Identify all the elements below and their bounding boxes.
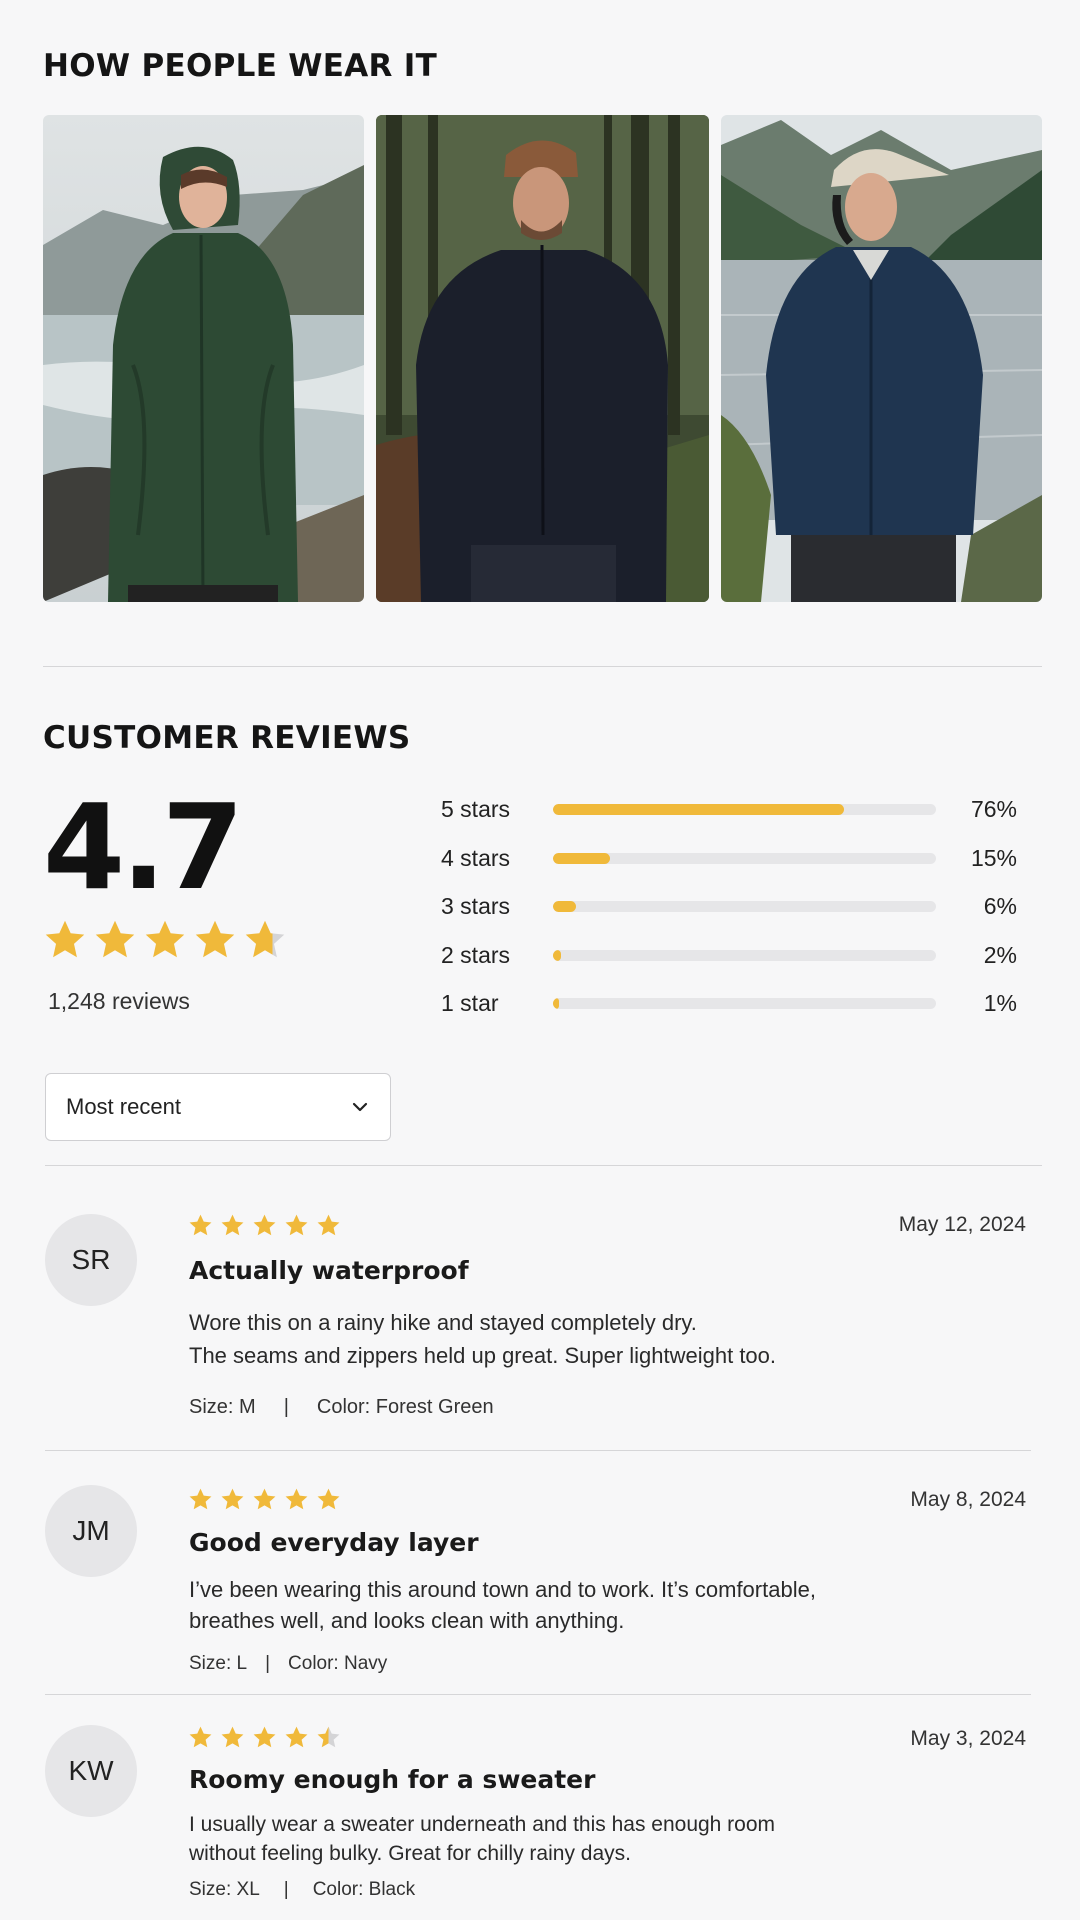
- review-item: JM May 8, 2024 Good everyday layer I’ve …: [45, 1471, 1042, 1681]
- star-icon: [189, 1726, 212, 1748]
- meta-separator: |: [283, 1879, 289, 1900]
- section-title-how-people-wear-it: HOW PEOPLE WEAR IT: [43, 48, 438, 84]
- rating-breakdown-percent: 2%: [983, 941, 1017, 968]
- meta-separator: |: [265, 1653, 271, 1674]
- review-body-line: I’ve been wearing this around town and t…: [189, 1577, 816, 1602]
- review-color: Color: Black: [312, 1879, 416, 1900]
- review-body-line: without feeling bulky. Great for chilly …: [189, 1842, 631, 1865]
- rating-bar-fill: [553, 949, 561, 961]
- rating-bar-fill: [553, 998, 559, 1009]
- star-icon: [285, 1488, 308, 1510]
- chevron-down-icon: [352, 1102, 368, 1112]
- rating-bar-track: [553, 804, 936, 815]
- review-star-rating: [188, 1725, 341, 1750]
- divider: [45, 1450, 1031, 1451]
- rating-breakdown-label: 4 stars: [441, 844, 511, 871]
- rating-breakdown-row[interactable]: 3 stars 6%: [441, 891, 1041, 940]
- rating-breakdown-percent: 6%: [983, 893, 1017, 919]
- customer-photo[interactable]: [376, 115, 709, 602]
- star-icon: [221, 1726, 244, 1748]
- star-icon: [253, 1214, 276, 1236]
- star-icon: [195, 920, 235, 958]
- star-icon: [285, 1726, 308, 1748]
- half-star-icon: [245, 920, 285, 958]
- star-icon: [253, 1488, 276, 1510]
- review-star-rating: [188, 1487, 341, 1512]
- avatar: KW: [45, 1725, 137, 1817]
- star-icon: [189, 1488, 212, 1510]
- review-date: May 8, 2024: [910, 1488, 1026, 1511]
- rating-breakdown-label: 5 stars: [441, 796, 511, 822]
- review-item: KW May 3, 2024 Roomy enough for a sweate…: [45, 1711, 1042, 1911]
- avatar: JM: [45, 1485, 137, 1577]
- divider: [43, 666, 1042, 667]
- review-date: May 3, 2024: [910, 1727, 1026, 1750]
- photo-gallery: [43, 115, 1042, 602]
- average-star-rating: [43, 918, 287, 966]
- review-count: 1,248 reviews: [48, 988, 190, 1014]
- meta-separator: |: [283, 1396, 289, 1418]
- divider: [45, 1694, 1031, 1695]
- star-icon: [317, 1488, 340, 1510]
- rating-breakdown-label: 1 star: [441, 990, 499, 1016]
- rating-breakdown-row[interactable]: 1 star 1%: [441, 988, 1041, 1037]
- review-size: Size: L: [189, 1653, 248, 1674]
- review-color: Color: Navy: [288, 1653, 388, 1674]
- sort-dropdown[interactable]: Most recent: [45, 1073, 391, 1141]
- star-icon: [95, 920, 135, 958]
- avatar: SR: [45, 1214, 137, 1306]
- half-star-icon: [317, 1726, 340, 1748]
- average-rating: 4.7: [43, 778, 244, 916]
- review-title: Good everyday layer: [189, 1528, 479, 1557]
- review-meta: Size: L | Color: Navy: [189, 1653, 387, 1675]
- star-icon: [45, 920, 85, 958]
- review-meta: Size: XL | Color: Black: [189, 1879, 415, 1901]
- review-body-line: The seams and zippers held up great. Sup…: [189, 1343, 777, 1368]
- rating-bar-track: [553, 949, 936, 961]
- rating-breakdown-percent: 1%: [983, 990, 1017, 1016]
- star-icon: [221, 1214, 244, 1236]
- review-body-line: breathes well, and looks clean with anyt…: [189, 1608, 625, 1633]
- divider: [45, 1165, 1042, 1166]
- rating-breakdown-percent: 76%: [970, 796, 1017, 822]
- review-title: Actually waterproof: [189, 1256, 469, 1285]
- section-title-customer-reviews: CUSTOMER REVIEWS: [43, 720, 411, 756]
- review-color: Color: Forest Green: [316, 1396, 494, 1418]
- rating-breakdown-row[interactable]: 5 stars 76%: [441, 794, 1041, 843]
- star-icon: [189, 1214, 212, 1236]
- star-icon: [285, 1214, 308, 1236]
- rating-breakdown-row[interactable]: 2 stars 2%: [441, 940, 1041, 989]
- rating-bar-fill: [553, 852, 611, 864]
- review-star-rating: [188, 1213, 341, 1238]
- review-item: SR May 12, 2024 Actually waterproof Wore…: [45, 1196, 1042, 1436]
- rating-breakdown-percent: 15%: [970, 844, 1017, 871]
- review-size: Size: XL: [189, 1879, 260, 1900]
- review-body-line: Wore this on a rainy hike and stayed com…: [189, 1310, 697, 1335]
- rating-bar-track: [553, 852, 936, 864]
- star-icon: [145, 920, 185, 958]
- review-body: Wore this on a rainy hike and stayed com…: [189, 1306, 776, 1372]
- rating-bar-track: [553, 901, 936, 912]
- rating-breakdown: 5 stars 76% 4 stars 15% 3 stars 6% 2 sta…: [441, 794, 1041, 1037]
- star-icon: [221, 1488, 244, 1510]
- sort-selected-value: Most recent: [66, 1094, 181, 1119]
- review-title: Roomy enough for a sweater: [189, 1765, 596, 1794]
- customer-photo[interactable]: [721, 115, 1042, 602]
- rating-bar-track: [553, 998, 936, 1009]
- review-body: I usually wear a sweater underneath and …: [189, 1810, 775, 1868]
- rating-breakdown-row[interactable]: 4 stars 15%: [441, 843, 1041, 892]
- star-icon: [253, 1726, 276, 1748]
- rating-bar-fill: [553, 901, 576, 912]
- review-size: Size: M: [189, 1396, 256, 1418]
- review-date: May 12, 2024: [898, 1213, 1026, 1236]
- review-meta: Size: M | Color: Forest Green: [189, 1396, 494, 1419]
- rating-bar-fill: [553, 804, 845, 815]
- rating-breakdown-label: 3 stars: [441, 893, 511, 919]
- review-body: I’ve been wearing this around town and t…: [189, 1574, 816, 1636]
- star-icon: [317, 1214, 340, 1236]
- rating-breakdown-label: 2 stars: [441, 941, 511, 968]
- review-body-line: I usually wear a sweater underneath and …: [189, 1813, 776, 1836]
- customer-photo[interactable]: [43, 115, 364, 602]
